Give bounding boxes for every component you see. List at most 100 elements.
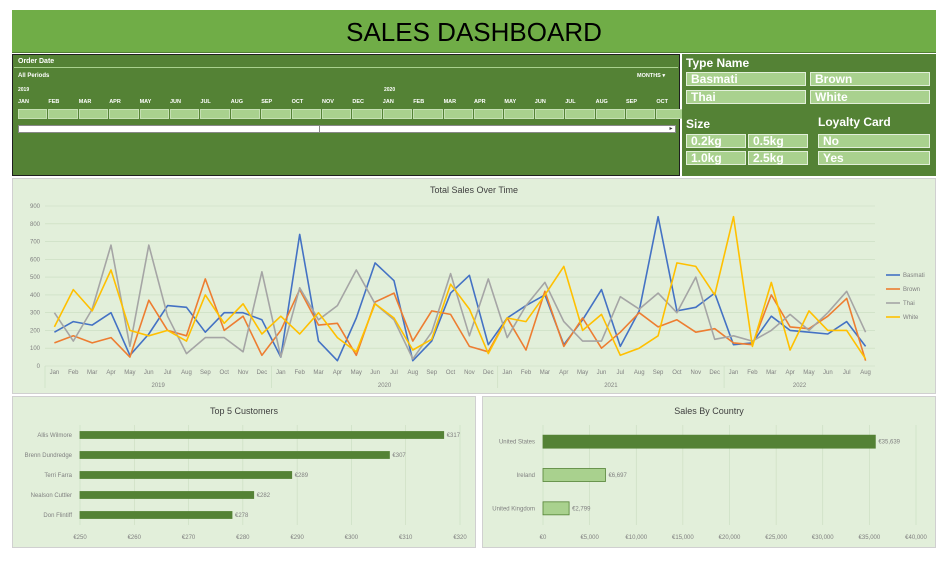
x-tick-label: Mar [540, 370, 550, 376]
timeline-month-label: JUN [534, 99, 546, 105]
timeline-month-label: APR [474, 99, 486, 105]
bar [79, 491, 255, 499]
x-tick-label: Feb [521, 370, 532, 376]
timeline-month-cell[interactable] [504, 109, 534, 119]
x-year-label: 2019 [152, 383, 166, 389]
timeline-month-cell[interactable] [139, 109, 169, 119]
y-tick-label: 800 [30, 222, 41, 228]
timeline-month-cell[interactable] [534, 109, 565, 119]
x-tick-label: Jan [502, 370, 512, 376]
timeline-month-cell[interactable] [443, 109, 473, 119]
x-tick-label: Dec [257, 370, 268, 376]
timeline-year-2020: 2020 [384, 87, 396, 93]
scroll-thumb[interactable] [19, 126, 320, 132]
timeline-month-label: AUG [230, 99, 244, 105]
timeline-month-label: JAN [382, 99, 394, 105]
x-tick-label: Jan [50, 370, 60, 376]
x-tick-label: Apr [106, 370, 115, 376]
timeline-divider [14, 67, 678, 68]
x-tick-label: Oct [446, 370, 456, 376]
data-label: €2,799 [572, 506, 591, 512]
x-tick-label: Jun [144, 370, 154, 376]
x-tick-label: Jun [597, 370, 607, 376]
x-tick-label: Aug [181, 370, 192, 376]
x-tick-label: Apr [559, 370, 568, 376]
order-date-timeline[interactable]: Order Date All Periods MONTHS ▾ 2019 202… [12, 54, 686, 176]
x-tick-label: Feb [294, 370, 305, 376]
timeline-month-cell[interactable] [200, 109, 230, 119]
category-label: Don Flintiff [43, 513, 72, 519]
x-tick-label: €15,000 [672, 535, 694, 541]
series-line-white [53, 215, 867, 360]
x-tick-label: Aug [407, 370, 418, 376]
timeline-month-cell[interactable] [48, 109, 78, 119]
x-tick-label: Oct [672, 370, 682, 376]
timeline-month-cell[interactable] [78, 109, 109, 119]
x-tick-label: €290 [290, 535, 304, 541]
timeline-month-cell[interactable] [474, 109, 504, 119]
bar [542, 468, 606, 482]
timeline-month-cell[interactable] [261, 109, 291, 119]
scroll-right-icon[interactable]: ▸ [667, 126, 675, 132]
timeline-month-cell[interactable] [626, 109, 656, 119]
x-tick-label: €250 [73, 535, 87, 541]
timeline-month-cell[interactable] [291, 109, 321, 119]
slicer-basmati[interactable]: Basmati [686, 72, 806, 86]
x-tick-label: Mar [87, 370, 97, 376]
timeline-month-cell[interactable] [413, 109, 443, 119]
sales-by-country-panel: Sales By Country €0 €5,000 €10,000 €15,000 €… [482, 396, 936, 548]
slicer-loyalty-no[interactable]: No [818, 134, 930, 148]
bar [79, 451, 390, 459]
slicer-thai[interactable]: Thai [686, 90, 806, 104]
x-tick-label: Feb [68, 370, 79, 376]
x-tick-label: Aug [634, 370, 645, 376]
chevron-down-icon: ▾ [662, 73, 666, 79]
timeline-month-cell[interactable] [18, 109, 48, 119]
timeline-month-label: MAR [78, 99, 92, 105]
slicer-1-0kg[interactable]: 1.0kg [686, 151, 746, 165]
top-customers-panel: Top 5 Customers €250 €260 €270 €280 €290 €300… [12, 396, 476, 548]
y-tick-label: 200 [30, 328, 41, 334]
timeline-month-cell[interactable] [565, 109, 595, 119]
y-tick-label: 600 [30, 257, 41, 263]
timeline-month-label: DEC [352, 99, 365, 105]
slicer-2-5kg[interactable]: 2.5kg [748, 151, 808, 165]
slicer-white[interactable]: White [810, 90, 930, 104]
timeline-month-label: MAY [139, 99, 152, 105]
category-label: United Kingdom [492, 506, 535, 512]
timeline-scrollbar[interactable]: ◂ ▸ [18, 125, 676, 133]
slicer-0-5kg[interactable]: 0.5kg [748, 134, 808, 148]
dashboard-title: SALES DASHBOARD [346, 17, 602, 47]
legend-label: Brown [903, 287, 920, 293]
timeline-month-cell[interactable] [352, 109, 382, 119]
timeline-month-cell[interactable] [595, 109, 625, 119]
y-tick-label: 100 [30, 346, 41, 352]
timeline-month-label: OCT [291, 99, 304, 105]
timeline-month-cell[interactable] [109, 109, 139, 119]
data-label: €282 [257, 493, 271, 499]
timeline-month-label: MAY [504, 99, 517, 105]
y-tick-label: 0 [37, 364, 41, 370]
timeline-month-cell[interactable] [382, 109, 413, 119]
x-tick-label: May [124, 370, 135, 376]
x-tick-label: Jul [617, 370, 625, 376]
slicer-loyalty-yes[interactable]: Yes [818, 151, 930, 165]
x-tick-label: Sep [200, 370, 211, 376]
category-label: Ireland [517, 473, 535, 479]
slicer-brown[interactable]: Brown [810, 72, 930, 86]
total-sales-chart-panel: Total Sales Over Time 0 100 200 300 400 500 60… [12, 178, 936, 394]
timeline-month-cell[interactable] [170, 109, 200, 119]
timeline-unit-dropdown[interactable]: MONTHS ▾ [637, 73, 665, 79]
dashboard-title-bar: SALES DASHBOARD [12, 10, 936, 53]
timeline-month-label: MAR [443, 99, 457, 105]
x-tick-label: Sep [653, 370, 664, 376]
x-tick-label: Feb [747, 370, 758, 376]
x-tick-label: Jul [843, 370, 851, 376]
y-tick-label: 900 [30, 204, 41, 210]
x-tick-label: Jan [729, 370, 739, 376]
x-tick-label: Aug [860, 370, 871, 376]
timeline-month-cell[interactable] [322, 109, 352, 119]
slicer-0-2kg[interactable]: 0.2kg [686, 134, 746, 148]
timeline-month-cell[interactable] [230, 109, 261, 119]
data-label: €307 [392, 453, 406, 459]
